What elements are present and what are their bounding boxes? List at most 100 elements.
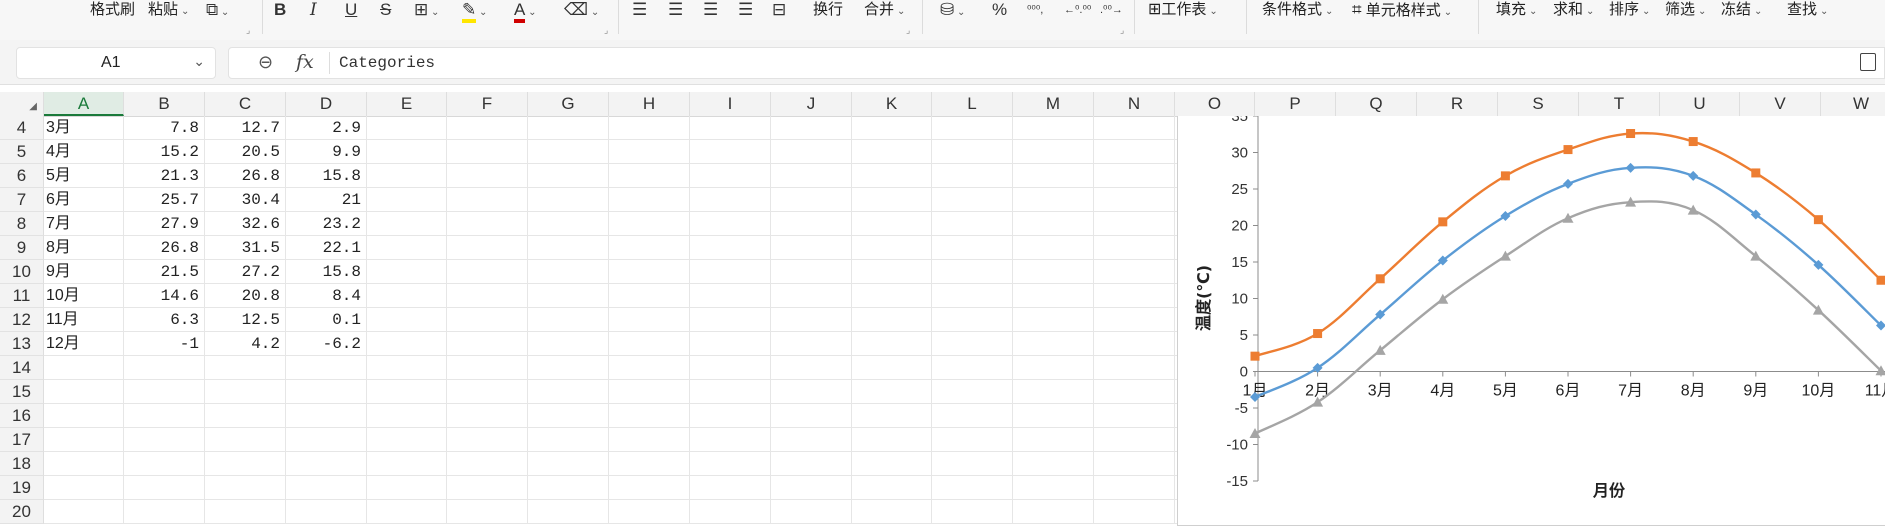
cell-c[interactable]: 30.4 [205,188,286,212]
cell-d[interactable]: 2.9 [286,116,367,140]
column-header[interactable]: P [1255,92,1336,116]
clipboard-launcher-icon[interactable]: ⌟ [246,25,250,36]
column-header[interactable]: O [1175,92,1255,116]
freeze-button[interactable]: 冻结 ⌄ [1721,0,1762,20]
cell-b[interactable]: 6.3 [124,308,205,332]
cell-a[interactable]: 3月 [44,116,126,140]
row-header[interactable]: 9 [0,236,44,260]
column-header[interactable]: A [44,92,124,116]
row-header[interactable]: 4 [0,116,44,140]
row-header[interactable]: 5 [0,140,44,164]
row-header[interactable]: 17 [0,428,44,452]
row-header[interactable]: 12 [0,308,44,332]
format-painter-button[interactable]: 格式刷 [90,0,135,20]
row-header[interactable]: 19 [0,476,44,500]
column-header[interactable]: S [1498,92,1579,116]
sort-button[interactable]: 排序 ⌄ [1609,0,1650,20]
find-button[interactable]: 查找 ⌄ [1787,0,1828,20]
italic-button[interactable]: I [310,0,317,20]
cell-a[interactable]: 6月 [44,188,126,212]
worksheet-button[interactable]: ⊞工作表 ⌄ [1148,0,1218,20]
cell-d[interactable]: 15.8 [286,164,367,188]
cell-d[interactable]: 23.2 [286,212,367,236]
align-left-button[interactable]: ☰ [632,0,647,20]
select-all-corner[interactable]: ◢ [0,92,44,116]
align-center-button[interactable]: ☰ [668,0,683,20]
cell-d[interactable]: 21 [286,188,367,212]
column-header[interactable]: V [1740,92,1821,116]
row-header[interactable]: 13 [0,332,44,356]
formula-input[interactable] [228,47,1885,79]
paste-button[interactable]: 粘贴 ⌄ [148,0,189,20]
cell-c[interactable]: 26.8 [205,164,286,188]
cell-c[interactable]: 32.6 [205,212,286,236]
column-header[interactable]: T [1579,92,1660,116]
cell-c[interactable]: 20.5 [205,140,286,164]
column-header[interactable]: N [1094,92,1175,116]
row-header[interactable]: 14 [0,356,44,380]
decrease-decimal-button[interactable]: .⁰⁰→ [1100,0,1123,20]
row-header[interactable]: 18 [0,452,44,476]
cell-d[interactable]: 8.4 [286,284,367,308]
cell-b[interactable]: 25.7 [124,188,205,212]
conditional-format-button[interactable]: 条件格式 ⌄ [1262,0,1333,20]
merge-button[interactable]: 合并 ⌄ [864,0,905,20]
distributed-align-button[interactable]: ⊟ [772,0,786,20]
column-header[interactable]: G [528,92,609,116]
cell-d[interactable]: -6.2 [286,332,367,356]
row-header[interactable]: 6 [0,164,44,188]
filter-button[interactable]: 筛选 ⌄ [1665,0,1706,20]
column-header[interactable]: L [932,92,1013,116]
cell-a[interactable]: 11月 [44,308,126,332]
cell-style-button[interactable]: ⌗ 单元格样式 ⌄ [1352,0,1452,20]
wrap-text-button[interactable]: 换行 [813,0,843,20]
alignment-launcher-icon[interactable]: ⌟ [906,25,910,36]
cell-b[interactable]: 15.2 [124,140,205,164]
cell-c[interactable]: 31.5 [205,236,286,260]
column-header[interactable]: K [852,92,932,116]
column-header[interactable]: W [1821,92,1885,116]
column-header[interactable]: M [1013,92,1094,116]
row-header[interactable]: 8 [0,212,44,236]
cell-c[interactable]: 27.2 [205,260,286,284]
cell-c[interactable]: 4.2 [205,332,286,356]
font-launcher-icon[interactable]: ⌟ [604,25,608,36]
row-header[interactable]: 16 [0,404,44,428]
row-header[interactable]: 7 [0,188,44,212]
column-header[interactable]: D [286,92,367,116]
borders-button[interactable]: ⊞ ⌄ [414,0,439,20]
row-header[interactable]: 11 [0,284,44,308]
cell-d[interactable]: 0.1 [286,308,367,332]
cell-a[interactable]: 5月 [44,164,126,188]
cell-b[interactable]: 7.8 [124,116,205,140]
column-header[interactable]: Q [1336,92,1417,116]
cell-d[interactable]: 15.8 [286,260,367,284]
underline-button[interactable]: U [345,0,357,20]
cell-d[interactable]: 22.1 [286,236,367,260]
column-header[interactable]: C [205,92,286,116]
cell-b[interactable]: 26.8 [124,236,205,260]
column-header[interactable]: E [367,92,447,116]
bold-button[interactable]: B [274,0,286,20]
align-right-button[interactable]: ☰ [703,0,718,20]
cell-a[interactable]: 10月 [44,284,126,308]
row-header[interactable]: 10 [0,260,44,284]
column-header[interactable]: I [690,92,771,116]
cell-a[interactable]: 4月 [44,140,126,164]
cell-b[interactable]: 14.6 [124,284,205,308]
fill-button[interactable]: 填充 ⌄ [1496,0,1537,20]
cell-a[interactable]: 9月 [44,260,126,284]
increase-decimal-button[interactable]: ←⁰.⁰⁰ [1064,0,1091,20]
cell-b[interactable]: 21.3 [124,164,205,188]
sum-button[interactable]: 求和 ⌄ [1553,0,1594,20]
highlight-button[interactable]: ✎ ⌄ [462,0,487,23]
thousands-separator-button[interactable]: ⁰⁰⁰, [1027,0,1043,20]
sidebar-toggle-icon[interactable] [1860,53,1876,71]
cell-b[interactable]: -1 [124,332,205,356]
cell-b[interactable]: 27.9 [124,212,205,236]
clear-format-button[interactable]: ⌫ ⌄ [564,0,599,20]
name-box[interactable]: A1 ⌄ [16,47,216,79]
chevron-down-icon[interactable]: ⌄ [193,53,205,70]
cell-c[interactable]: 12.5 [205,308,286,332]
fx-icon[interactable]: fx [296,51,314,73]
